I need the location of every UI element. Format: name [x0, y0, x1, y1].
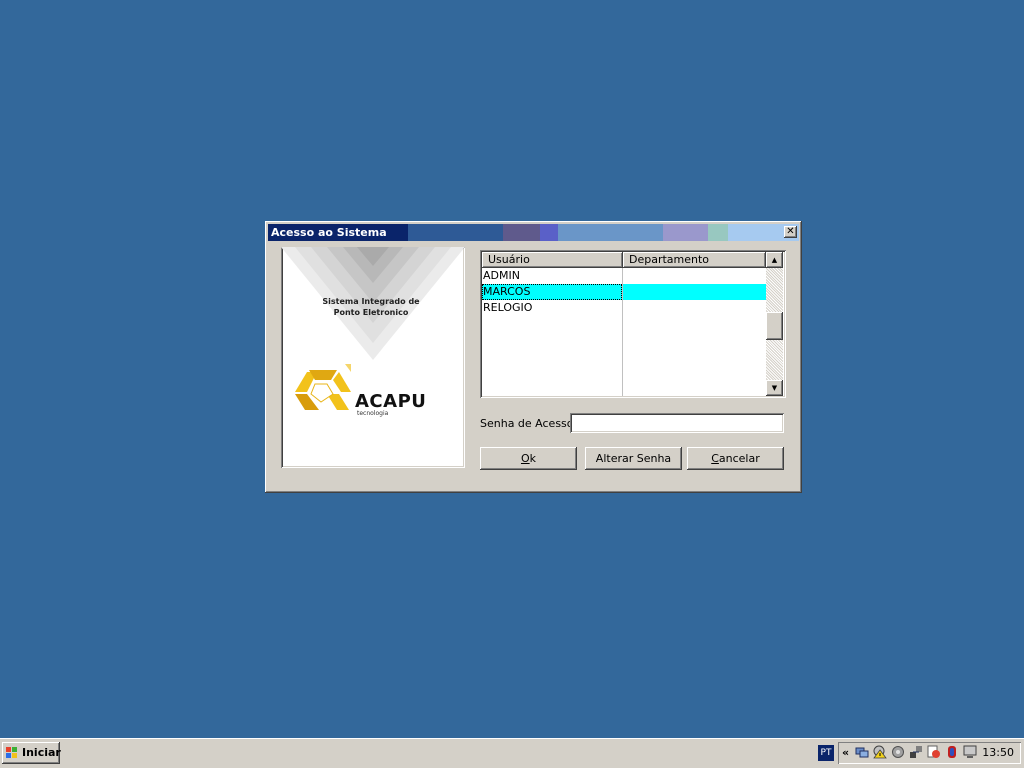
dialog-titlebar[interactable]: Acesso ao Sistema ✕ — [268, 224, 799, 241]
network-connection-icon[interactable] — [909, 745, 923, 759]
change-password-label: Alterar Senha — [595, 452, 672, 465]
user-list[interactable]: Usuário Departamento ADMIN MARCOS RELOGI… — [480, 250, 786, 398]
scroll-up-button[interactable]: ▲ — [766, 252, 783, 268]
cell-user: ADMIN — [483, 269, 520, 282]
tray-expand-button[interactable]: « — [842, 746, 849, 760]
ok-button-label: k — [529, 452, 537, 465]
logo-brand-name: ACAPU — [355, 391, 427, 412]
password-label: Senha de Acesso: — [480, 417, 578, 430]
logo-panel: Sistema Integrado de Ponto Eletronico AC… — [281, 247, 465, 468]
ok-button[interactable]: Ok — [480, 447, 577, 470]
display-icon[interactable] — [963, 745, 977, 759]
cell-department — [623, 284, 766, 300]
taskbar: Iniciar PT « 13:50 — [0, 738, 1024, 768]
network-icon[interactable] — [855, 745, 869, 759]
cell-department — [623, 268, 766, 284]
cell-user: MARCOS — [482, 284, 622, 300]
login-dialog: Acesso ao Sistema ✕ Sistema Integrado de… — [265, 221, 802, 493]
logo-subtitle: Sistema Integrado de Ponto Eletronico — [322, 297, 420, 317]
system-tray: « 13:50 — [838, 742, 1021, 764]
list-item-relogio[interactable]: RELOGIO — [482, 300, 766, 316]
password-field[interactable] — [570, 413, 784, 433]
update-icon[interactable] — [927, 745, 941, 759]
vertical-scrollbar[interactable]: ▲ ▼ — [766, 252, 783, 396]
change-password-button[interactable]: Alterar Senha — [585, 447, 682, 470]
taskbar-clock[interactable]: 13:50 — [982, 746, 1014, 760]
cancel-button[interactable]: Cancelar — [687, 447, 784, 470]
dialog-title: Acesso ao Sistema — [271, 226, 387, 239]
arrow-up-icon: ▲ — [771, 256, 778, 264]
start-label: Iniciar — [22, 746, 61, 759]
cell-department — [623, 300, 766, 316]
cancel-button-mnemonic: C — [711, 452, 719, 465]
sound-icon[interactable] — [891, 745, 905, 759]
language-indicator[interactable]: PT — [818, 745, 834, 761]
scroll-down-button[interactable]: ▼ — [766, 380, 783, 396]
start-button[interactable]: Iniciar — [2, 742, 61, 764]
windows-logo-icon — [6, 747, 17, 758]
security-warning-icon[interactable] — [873, 745, 887, 759]
list-item-admin[interactable]: ADMIN — [482, 268, 766, 284]
cancel-button-label: ancelar — [718, 452, 760, 465]
ok-button-mnemonic: O — [520, 452, 530, 465]
logo-tagline: tecnologia — [357, 410, 389, 417]
antivirus-icon[interactable] — [945, 745, 959, 759]
arrow-down-icon: ▼ — [771, 384, 778, 392]
scrollbar-thumb[interactable] — [766, 312, 783, 340]
close-button[interactable]: ✕ — [784, 226, 797, 238]
close-icon: ✕ — [786, 226, 795, 237]
cell-user: RELOGIO — [483, 301, 533, 314]
acapu-logo-icon — [295, 364, 351, 410]
list-item-marcos[interactable]: MARCOS — [482, 284, 766, 300]
column-header-departamento[interactable]: Departamento — [623, 252, 766, 268]
column-header-usuario[interactable]: Usuário — [482, 252, 623, 268]
